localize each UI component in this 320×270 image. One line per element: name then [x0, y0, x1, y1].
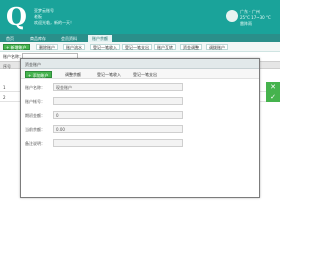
header-line-3: 欢迎光临，新的一天！ [34, 20, 74, 25]
field-current-balance: 当前余额： 0.00 [25, 125, 257, 133]
field-opening-amount: 期初金额： 0 [25, 111, 257, 119]
check-icon[interactable]: ✓ [266, 92, 280, 102]
record-expense-button[interactable]: 登记一笔支出 [122, 44, 152, 50]
row-number: 1 [3, 85, 6, 90]
account-modal: 资金账户 + 添加账户 调整余额 登记一笔收入 登记一笔支出 账户名称： 现金账户… [20, 58, 260, 198]
opening-amount-input[interactable]: 0 [53, 111, 183, 119]
transfer-button[interactable]: 账户互转 [154, 44, 176, 50]
modal-add-account-button[interactable]: + 添加账户 [25, 71, 52, 78]
fund-adjust-button[interactable]: 资金调整 [180, 44, 202, 50]
field-label: 备注说明： [25, 141, 45, 146]
modal-toolbar: + 添加账户 调整余额 登记一笔收入 登记一笔支出 [21, 69, 259, 79]
modal-title-bar: 资金账户 [21, 59, 259, 69]
modal-title: 资金账户 [25, 62, 41, 67]
header-info: 亚梦云账号 老板 欢迎光临，新的一天！ [34, 8, 74, 26]
tab-members[interactable]: 会员资料 [57, 35, 81, 42]
main-nav: 首页 商品库存 会员资料 账户余额 [0, 34, 280, 42]
tab-account-balance[interactable]: 账户余额 [88, 35, 112, 42]
field-label: 期初金额： [25, 113, 45, 118]
weather-condition: 雷阵雨 [240, 21, 252, 26]
app-header: Q 亚梦云账号 老板 欢迎光临，新的一天！ 广东 · 广州 25°C 17~30… [0, 0, 280, 34]
modal-record-income-button[interactable]: 登记一笔收入 [95, 71, 123, 78]
field-remarks: 备注说明： [25, 139, 257, 147]
add-account-button[interactable]: + 新增账户 [3, 44, 30, 50]
field-label: 账户帐号： [25, 99, 45, 104]
account-flow-button[interactable]: 账户流水 [63, 44, 85, 50]
weather-widget: 广东 · 广州 25°C 17~30 °C 雷阵雨 [226, 6, 276, 30]
modal-record-expense-button[interactable]: 登记一笔支出 [131, 71, 159, 78]
close-icon[interactable]: ✕ [266, 82, 280, 92]
account-number-input[interactable] [53, 97, 183, 105]
allocate-account-button[interactable]: 调拨账户 [206, 44, 228, 50]
field-label: 账户名称： [25, 85, 45, 90]
col-index: 序号 [3, 64, 11, 69]
tab-inventory[interactable]: 商品库存 [26, 35, 50, 42]
tab-home[interactable]: 首页 [2, 35, 18, 42]
remarks-input[interactable] [53, 139, 183, 147]
field-label: 当前余额： [25, 127, 45, 132]
row-number: 2 [3, 95, 6, 100]
logo-letter: Q [6, 2, 27, 31]
weather-temp: 25°C 17~30 °C [240, 15, 271, 20]
account-name-input[interactable]: 现金账户 [53, 83, 183, 91]
record-income-button[interactable]: 登记一笔收入 [90, 44, 120, 50]
field-account-number: 账户帐号： [25, 97, 257, 105]
modal-adjust-balance-button[interactable]: 调整余额 [63, 71, 83, 78]
app-logo: Q [6, 2, 27, 31]
sun-icon [226, 10, 238, 22]
delete-account-button[interactable]: 删除账户 [36, 44, 58, 50]
current-balance-input[interactable]: 0.00 [53, 125, 183, 133]
toolbar: + 新增账户 删除账户 账户流水 登记一笔收入 登记一笔支出 账户互转 资金调整… [0, 42, 280, 52]
field-account-name: 账户名称： 现金账户 [25, 83, 257, 91]
